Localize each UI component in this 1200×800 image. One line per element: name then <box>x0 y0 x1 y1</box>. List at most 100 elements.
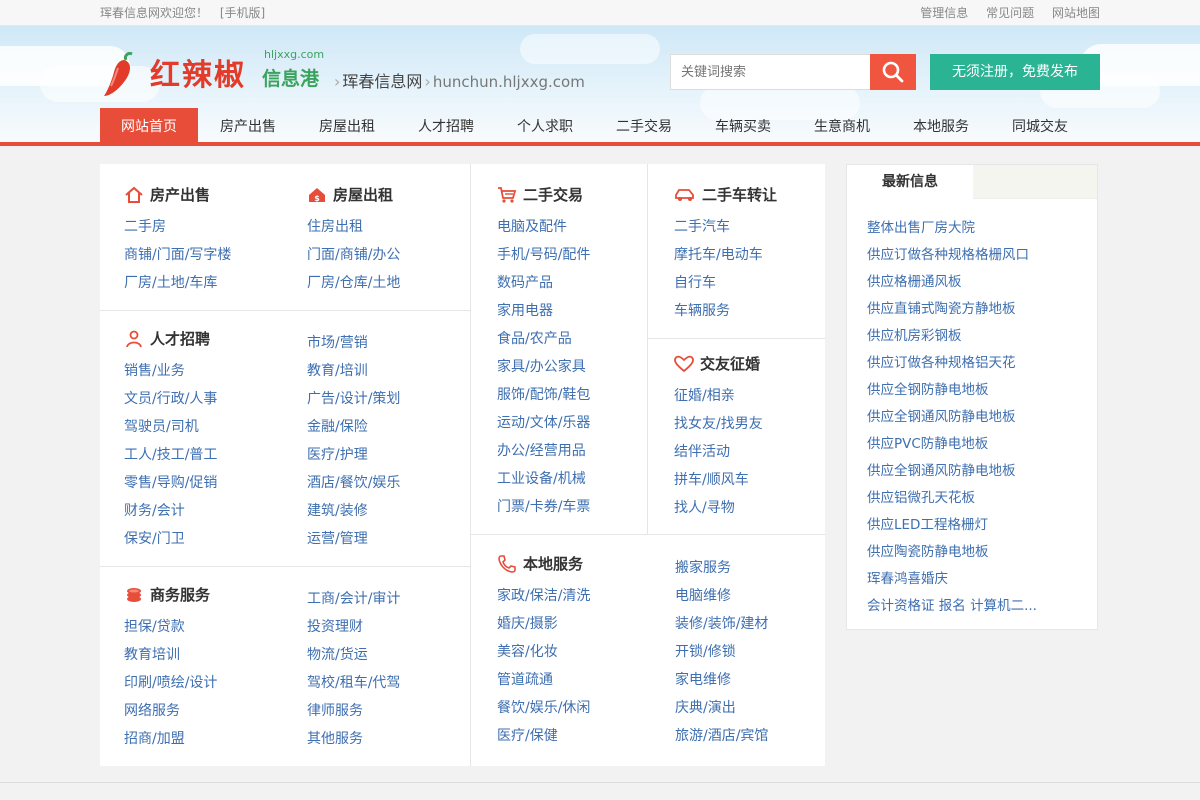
link-item[interactable]: 管道疏通 <box>497 669 553 689</box>
link-item[interactable]: 摩托车/电动车 <box>674 244 763 264</box>
link-item[interactable]: 庆典/演出 <box>675 697 736 717</box>
link-item[interactable]: 门面/商铺/办公 <box>307 244 400 264</box>
link-item[interactable]: 找人/寻物 <box>674 497 735 517</box>
link-item[interactable]: 食品/农产品 <box>497 328 572 348</box>
sitemap-link[interactable]: 网站地图 <box>1052 6 1100 20</box>
link-item[interactable]: 厂房/仓库/土地 <box>307 272 400 292</box>
section-house-rent[interactable]: $ 房屋出租 <box>307 184 393 205</box>
link-item[interactable]: 物流/货运 <box>307 644 368 664</box>
nav-house-rent[interactable]: 房屋出租 <box>319 108 375 142</box>
faq-link[interactable]: 常见问题 <box>986 6 1034 20</box>
link-item[interactable]: 电脑维修 <box>675 585 731 605</box>
link-item[interactable]: 家具/办公家具 <box>497 356 586 376</box>
link-item[interactable]: 商铺/门面/写字楼 <box>124 244 231 264</box>
news-item[interactable]: 会计资格证 报名 计算机二... <box>867 594 1037 614</box>
news-item[interactable]: 供应铝微孔天花板 <box>867 486 975 506</box>
news-item[interactable]: 供应PVC防静电地板 <box>867 432 988 452</box>
link-item[interactable]: 医疗/保健 <box>497 725 558 745</box>
link-item[interactable]: 装修/装饰/建材 <box>675 613 768 633</box>
nav-house-sale[interactable]: 房产出售 <box>220 108 276 142</box>
link-item[interactable]: 酒店/餐饮/娱乐 <box>307 472 400 492</box>
link-item[interactable]: 广告/设计/策划 <box>307 388 400 408</box>
news-item[interactable]: 供应订做各种规格格栅风口 <box>867 243 1029 263</box>
link-item[interactable]: 市场/营销 <box>307 332 368 352</box>
tab-latest-info[interactable]: 最新信息 <box>847 165 973 200</box>
link-item[interactable]: 销售/业务 <box>124 360 185 380</box>
nav-second-hand[interactable]: 二手交易 <box>616 108 672 142</box>
news-item[interactable]: 供应LED工程格栅灯 <box>867 513 988 533</box>
link-item[interactable]: 招商/加盟 <box>124 728 185 748</box>
link-item[interactable]: 电脑及配件 <box>497 216 567 236</box>
site-logo[interactable]: 红辣椒 hljxxg.com 信息港 <box>100 44 340 96</box>
link-item[interactable]: 找女友/找男友 <box>674 413 763 433</box>
link-item[interactable]: 家用电器 <box>497 300 553 320</box>
nav-local-service[interactable]: 本地服务 <box>913 108 969 142</box>
news-item[interactable]: 供应直铺式陶瓷方静地板 <box>867 297 1016 317</box>
link-item[interactable]: 数码产品 <box>497 272 553 292</box>
link-item[interactable]: 自行车 <box>674 272 716 292</box>
search-button[interactable] <box>870 54 916 90</box>
nav-home[interactable]: 网站首页 <box>100 108 198 142</box>
nav-business[interactable]: 生意商机 <box>814 108 870 142</box>
link-item[interactable]: 结伴活动 <box>674 441 730 461</box>
link-item[interactable]: 住房出租 <box>307 216 363 236</box>
link-item[interactable]: 医疗/护理 <box>307 444 368 464</box>
free-post-button[interactable]: 无须注册，免费发布 <box>930 54 1100 90</box>
news-item[interactable]: 供应全钢通风防静电地板 <box>867 405 1016 425</box>
link-item[interactable]: 其他服务 <box>307 728 363 748</box>
link-item[interactable]: 教育/培训 <box>307 360 368 380</box>
link-item[interactable]: 婚庆/摄影 <box>497 613 558 633</box>
link-item[interactable]: 门票/卡券/车票 <box>497 496 590 516</box>
nav-vehicles[interactable]: 车辆买卖 <box>715 108 771 142</box>
link-item[interactable]: 文员/行政/人事 <box>124 388 217 408</box>
link-item[interactable]: 驾校/租车/代驾 <box>307 672 400 692</box>
news-item[interactable]: 供应格栅通风板 <box>867 270 962 290</box>
link-item[interactable]: 美容/化妆 <box>497 641 558 661</box>
mobile-version-link[interactable]: [手机版] <box>220 6 265 20</box>
manage-info-link[interactable]: 管理信息 <box>920 6 968 20</box>
link-item[interactable]: 投资理财 <box>307 616 363 636</box>
city-name[interactable]: 珲春信息网 <box>342 72 422 91</box>
nav-job-seeking[interactable]: 个人求职 <box>517 108 573 142</box>
link-item[interactable]: 零售/导购/促销 <box>124 472 217 492</box>
link-item[interactable]: 担保/贷款 <box>124 616 185 636</box>
link-item[interactable]: 律师服务 <box>307 700 363 720</box>
link-item[interactable]: 驾驶员/司机 <box>124 416 199 436</box>
section-business[interactable]: 商务服务 <box>124 584 210 605</box>
link-item[interactable]: 工业设备/机械 <box>497 468 586 488</box>
link-item[interactable]: 运动/文体/乐器 <box>497 412 590 432</box>
link-item[interactable]: 服饰/配饰/鞋包 <box>497 384 590 404</box>
link-item[interactable]: 金融/保险 <box>307 416 368 436</box>
section-second-hand[interactable]: 二手交易 <box>497 184 583 205</box>
link-item[interactable]: 财务/会计 <box>124 500 185 520</box>
link-item[interactable]: 餐饮/娱乐/休闲 <box>497 697 590 717</box>
link-item[interactable]: 二手房 <box>124 216 166 236</box>
link-item[interactable]: 拼车/顺风车 <box>674 469 749 489</box>
section-used-car[interactable]: 二手车转让 <box>674 184 777 205</box>
link-item[interactable]: 开锁/修锁 <box>675 641 736 661</box>
section-dating[interactable]: 交友征婚 <box>674 353 760 374</box>
nav-dating[interactable]: 同城交友 <box>1012 108 1068 142</box>
news-item[interactable]: 珲春鸿喜婚庆 <box>867 567 948 587</box>
link-item[interactable]: 手机/号码/配件 <box>497 244 590 264</box>
link-item[interactable]: 旅游/酒店/宾馆 <box>675 725 768 745</box>
news-item[interactable]: 供应全钢通风防静电地板 <box>867 459 1016 479</box>
news-item[interactable]: 整体出售厂房大院 <box>867 216 975 236</box>
link-item[interactable]: 网络服务 <box>124 700 180 720</box>
news-item[interactable]: 供应机房彩钢板 <box>867 324 962 344</box>
section-local-service[interactable]: 本地服务 <box>497 553 583 574</box>
nav-jobs[interactable]: 人才招聘 <box>418 108 474 142</box>
link-item[interactable]: 办公/经营用品 <box>497 440 586 460</box>
link-item[interactable]: 二手汽车 <box>674 216 730 236</box>
news-item[interactable]: 供应陶瓷防静电地板 <box>867 540 989 560</box>
link-item[interactable]: 车辆服务 <box>674 300 730 320</box>
link-item[interactable]: 家政/保洁/清洗 <box>497 585 590 605</box>
news-item[interactable]: 供应全钢防静电地板 <box>867 378 989 398</box>
link-item[interactable]: 运营/管理 <box>307 528 368 548</box>
link-item[interactable]: 教育培训 <box>124 644 180 664</box>
section-jobs[interactable]: 人才招聘 <box>124 328 210 349</box>
city-url[interactable]: hunchun.hljxxg.com <box>433 73 585 91</box>
link-item[interactable]: 工人/技工/普工 <box>124 444 217 464</box>
link-item[interactable]: 征婚/相亲 <box>674 385 735 405</box>
link-item[interactable]: 印刷/喷绘/设计 <box>124 672 217 692</box>
